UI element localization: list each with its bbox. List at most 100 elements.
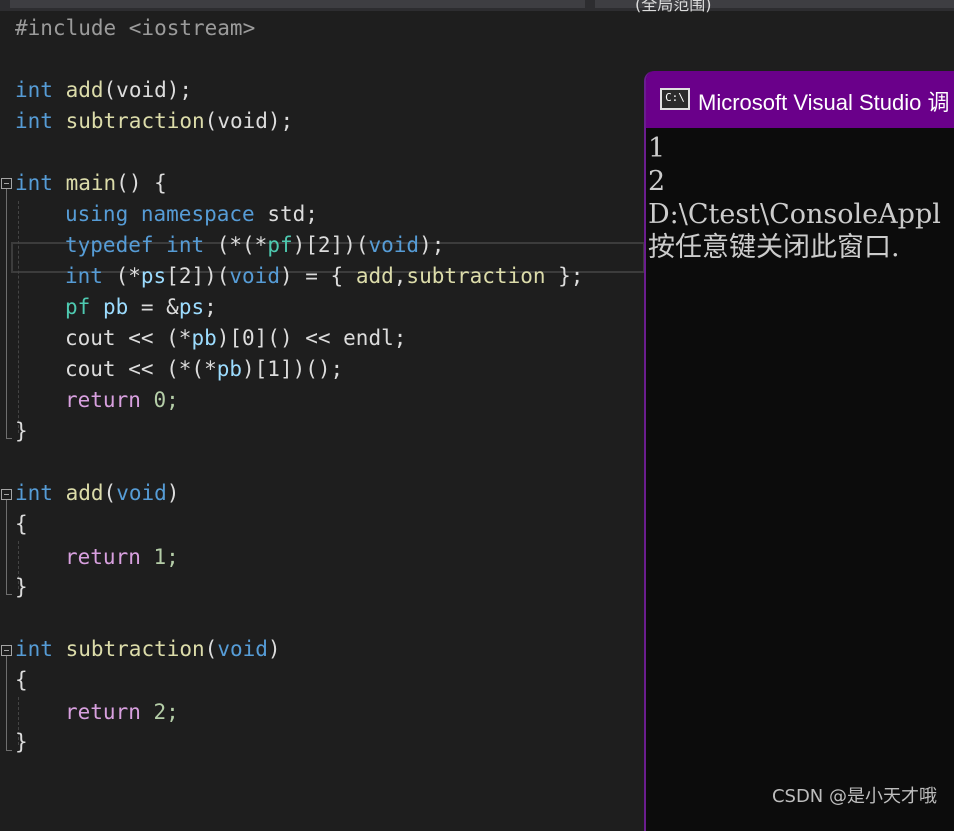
global-scope-dropdown[interactable]: (全局范围) <box>595 0 954 14</box>
brace: { <box>15 668 28 692</box>
code-text: , <box>393 264 407 288</box>
variable: ps <box>140 264 167 288</box>
top-toolbar: (全局范围) <box>0 0 954 14</box>
code-line-16: int add(void) <box>15 478 179 509</box>
keyword: int <box>15 637 53 661</box>
watermark: CSDN @是小天才哦 <box>771 786 937 807</box>
code-text: ( <box>204 637 218 661</box>
indent-guide <box>18 201 19 433</box>
fold-guide <box>6 500 7 594</box>
code-text: cout << (* <box>65 326 192 350</box>
brace: } <box>15 419 28 443</box>
fold-guide-end <box>6 594 12 595</box>
type-name: pf <box>65 295 91 319</box>
collapse-main-toggle[interactable] <box>1 178 12 189</box>
function-name: add <box>65 78 104 102</box>
code-text: )[1])(); <box>242 357 344 381</box>
brace: { <box>15 512 28 536</box>
console-output: 1 2 D:\Ctest\ConsoleAppl 按任意键关闭此窗口. <box>648 132 941 264</box>
console-app-icon: C:\ <box>660 88 690 110</box>
type-name: pf <box>267 233 293 257</box>
function-name: add <box>65 481 104 505</box>
code-text: (void); <box>103 78 193 102</box>
number-literal: 0; <box>140 388 179 412</box>
code-text: [2])( <box>166 264 230 288</box>
keyword: int <box>166 233 205 257</box>
function-name: subtraction <box>65 109 205 133</box>
code-line-11: cout << (*pb)[0]() << endl; <box>65 323 406 354</box>
keyword-return: return <box>65 700 141 724</box>
console-line: 按任意键关闭此窗口. <box>648 232 900 263</box>
code-text: ) <box>166 481 180 505</box>
code-line-23: return 2; <box>65 697 179 728</box>
code-text: (void); <box>204 109 294 133</box>
number-literal: 2; <box>140 700 179 724</box>
code-text: ) = { <box>279 264 356 288</box>
function-name: subtraction <box>65 637 205 661</box>
code-text: ( <box>103 481 117 505</box>
brace: } <box>15 730 28 754</box>
keyword-return: return <box>65 545 141 569</box>
keyword: int <box>65 264 103 288</box>
code-text: std; <box>254 202 318 226</box>
scope-dropdown[interactable] <box>10 0 585 8</box>
keyword: using <box>65 202 129 226</box>
code-line-19: } <box>15 572 28 603</box>
code-line-14: } <box>15 416 28 447</box>
code-text: () { <box>116 171 167 195</box>
code-line-9: int (*ps[2])(void) = { add,subtraction }… <box>65 261 583 292</box>
code-line-7: using namespace std; <box>65 199 318 230</box>
fold-guide-end <box>6 750 12 751</box>
keyword: int <box>15 78 53 102</box>
variable: ps <box>178 295 205 319</box>
keyword-return: return <box>65 388 141 412</box>
keyword: void <box>368 233 420 257</box>
code-line-10: pf pb = &ps; <box>65 292 217 323</box>
code-text: = & <box>128 295 179 319</box>
code-text: ); <box>419 233 445 257</box>
keyword: namespace <box>140 202 255 226</box>
console-line: 2 <box>648 166 666 197</box>
keyword: int <box>15 109 53 133</box>
keyword: int <box>15 481 53 505</box>
fold-guide-end <box>6 438 12 439</box>
console-title-bar[interactable]: C:\ Microsoft Visual Studio 调 <box>646 71 954 128</box>
keyword: void <box>229 264 280 288</box>
variable: pb <box>90 295 129 319</box>
debug-console-window[interactable]: C:\ Microsoft Visual Studio 调 1 2 D:\Cte… <box>644 71 954 831</box>
function-name: add <box>355 264 394 288</box>
function-name: main <box>65 171 117 195</box>
brace: } <box>15 575 28 599</box>
keyword: typedef <box>65 233 154 257</box>
keyword: void <box>116 481 167 505</box>
code-line-6: int main() { <box>15 168 167 199</box>
code-text: ; <box>204 295 217 319</box>
keyword: void <box>217 637 268 661</box>
variable: pb <box>191 326 217 350</box>
code-line-13: return 0; <box>65 385 179 416</box>
code-text: )[2])( <box>292 233 369 257</box>
code-text: (* <box>102 264 141 288</box>
code-line-21: int subtraction(void) <box>15 634 281 665</box>
code-line-1: #include <iostream> <box>15 13 255 44</box>
function-name: subtraction <box>406 264 546 288</box>
fold-guide <box>6 189 7 438</box>
code-text: }; <box>545 264 584 288</box>
code-line-24: } <box>15 727 28 758</box>
keyword: int <box>15 171 53 195</box>
code-line-12: cout << (*(*pb)[1])(); <box>65 354 343 385</box>
code-line-18: return 1; <box>65 542 179 573</box>
code-line-22: { <box>15 665 28 696</box>
code-text: )[0]() << endl; <box>216 326 407 350</box>
code-line-8: typedef int (*(*pf)[2])(void); <box>65 230 444 261</box>
code-text: (*(* <box>204 233 268 257</box>
console-line: D:\Ctest\ConsoleAppl <box>648 199 941 230</box>
include-directive: #include <iostream> <box>15 16 256 40</box>
variable: pb <box>216 357 243 381</box>
code-line-17: { <box>15 509 28 540</box>
code-text: cout << (*(* <box>65 357 217 381</box>
collapse-add-toggle[interactable] <box>1 489 12 500</box>
code-text: ) <box>267 637 281 661</box>
collapse-subtraction-toggle[interactable] <box>1 645 12 656</box>
code-line-4: int subtraction(void); <box>15 106 293 137</box>
